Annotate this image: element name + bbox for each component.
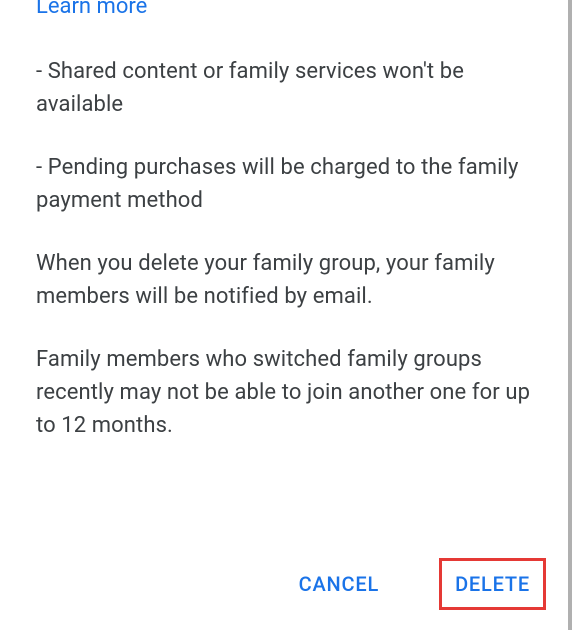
dialog-bullet-pending-purchases: - Pending purchases will be charged to t… (36, 151, 536, 217)
delete-family-dialog: Learn more - Shared content or family se… (0, 0, 572, 630)
dialog-text-notify: When you delete your family group, your … (36, 247, 536, 313)
dialog-bullet-shared-content: - Shared content or family services won'… (36, 55, 536, 121)
delete-button[interactable]: DELETE (441, 560, 544, 608)
learn-more-link[interactable]: Learn more (36, 0, 147, 19)
dialog-text-switch-limit: Family members who switched family group… (36, 343, 536, 442)
scrollbar-track (568, 0, 572, 630)
dialog-actions: CANCEL DELETE (285, 560, 544, 608)
cancel-button[interactable]: CANCEL (285, 560, 393, 608)
